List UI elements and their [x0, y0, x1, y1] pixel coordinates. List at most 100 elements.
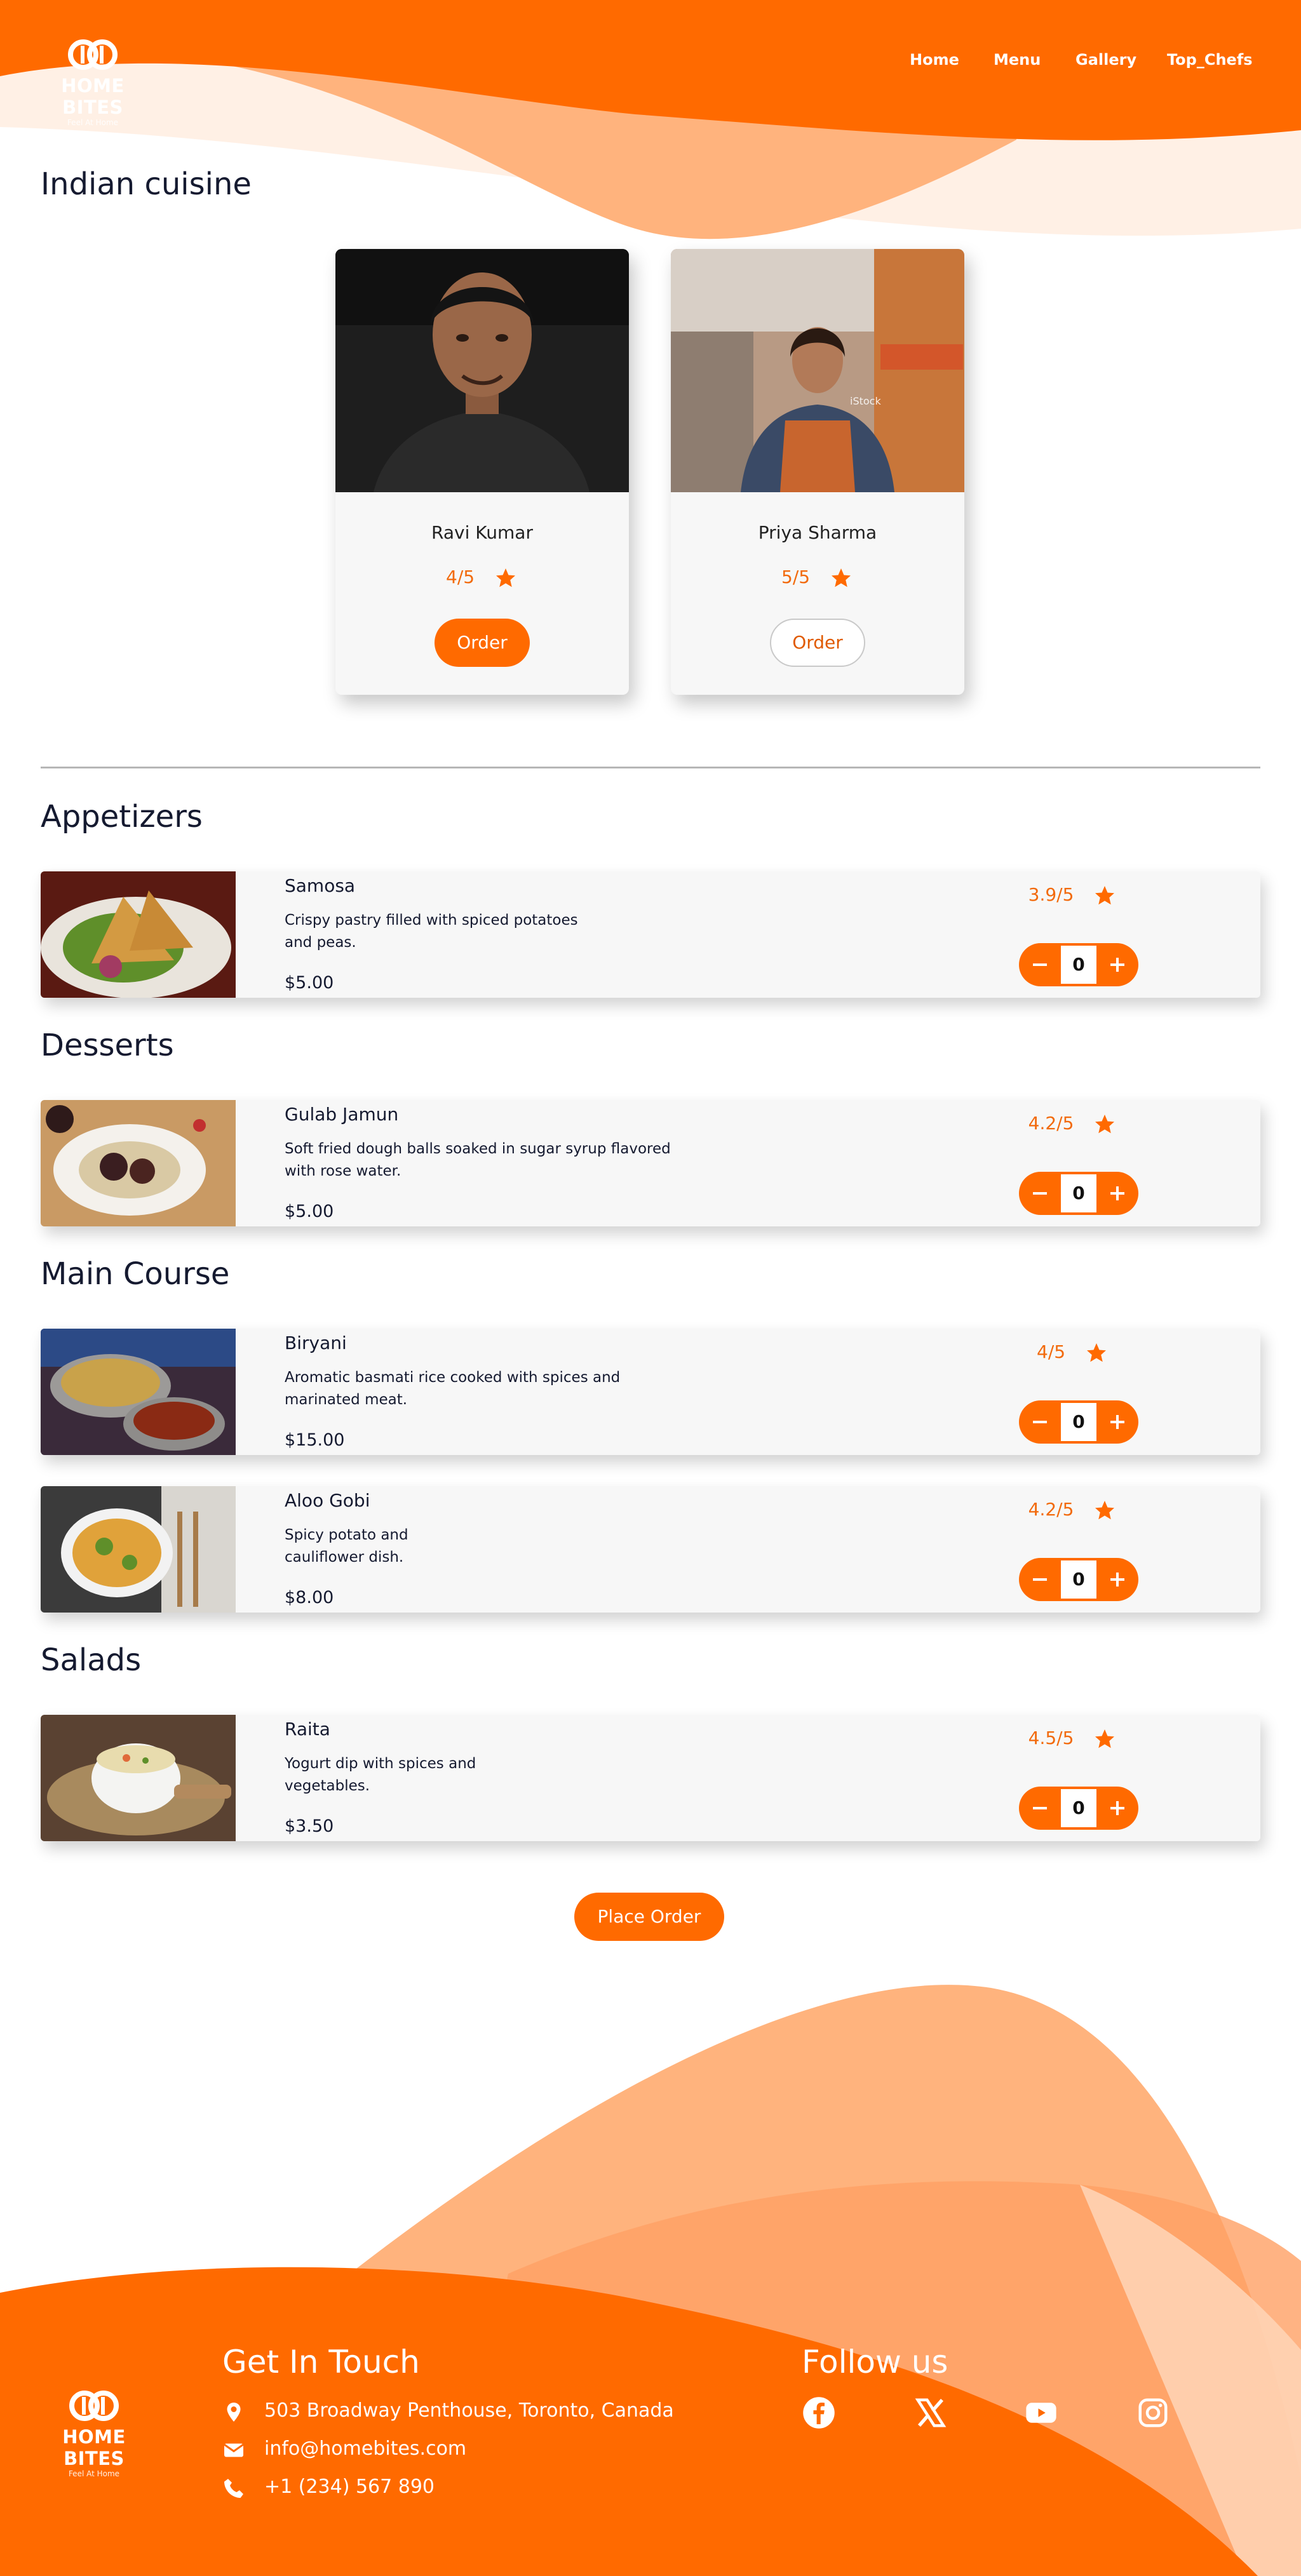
menu-item-price: $3.50 [285, 1816, 334, 1836]
quantity-stepper: 0 [1019, 1400, 1138, 1444]
menu-item-name: Gulab Jamun [285, 1104, 399, 1125]
menu-item-rating-value: 4.5/5 [1028, 1727, 1074, 1748]
menu-item-rating: 4.2/5 [1019, 1113, 1127, 1136]
plus-icon [1110, 958, 1124, 972]
x-icon[interactable] [913, 2396, 948, 2430]
menu-item-description-line: Crispy pastry filled with spiced potatoe… [285, 912, 578, 929]
nav-gallery[interactable]: Gallery [1075, 51, 1136, 69]
menu-item-price: $8.00 [285, 1588, 334, 1607]
page-title: Indian cuisine [41, 166, 252, 202]
address-text: 503 Broadway Penthouse, Toronto, Canada [264, 2399, 674, 2422]
menu-item-name: Biryani [285, 1332, 347, 1353]
menu-item-description-line: Soft fried dough balls soaked in sugar s… [285, 1141, 671, 1157]
contact-title: Get In Touch [222, 2344, 420, 2380]
quantity-value[interactable]: 0 [1061, 1403, 1096, 1441]
menu-item-description: Yogurt dip with spices and vegetables. [285, 1753, 476, 1797]
star-icon [1086, 1343, 1106, 1362]
menu-item-description: Crispy pastry filled with spiced potatoe… [285, 909, 578, 954]
section-divider [41, 767, 1260, 768]
menu-item-description-line: vegetables. [285, 1778, 370, 1794]
chef-rating-value: 5/5 [781, 567, 811, 587]
logo-mark-icon [69, 2391, 119, 2421]
plus-icon [1110, 1801, 1124, 1815]
nav-menu[interactable]: Menu [994, 51, 1041, 69]
menu-item-card: Aloo Gobi Spicy potato and cauliflower d… [41, 1486, 1260, 1613]
minus-icon [1033, 1578, 1047, 1581]
menu-item-card: Samosa Crispy pastry filled with spiced … [41, 871, 1260, 998]
chef-name: Priya Sharma [758, 522, 877, 543]
nav-home[interactable]: Home [910, 51, 959, 69]
increment-button[interactable] [1096, 1558, 1138, 1601]
menu-item-price: $5.00 [285, 973, 334, 993]
minus-icon [1033, 1421, 1047, 1423]
menu-item-description-line: cauliflower dish. [285, 1549, 404, 1566]
logo-tagline: Feel At Home [68, 2469, 120, 2478]
menu-item-card: Biryani Aromatic basmati rice cooked wit… [41, 1329, 1260, 1455]
menu-item-card: Gulab Jamun Soft fried dough balls soake… [41, 1100, 1260, 1226]
svg-text:iStock: iStock [850, 395, 881, 407]
logo-title: HOME BITES [61, 75, 125, 118]
plus-icon [1110, 1573, 1124, 1587]
decrement-button[interactable] [1019, 1787, 1061, 1830]
section-title-salads: Salads [41, 1642, 142, 1678]
phone-icon [224, 2479, 243, 2498]
chef-card: Ravi Kumar 4/5 Order [335, 249, 629, 695]
nav-top-chefs[interactable]: Top_Chefs [1167, 51, 1253, 69]
decrement-button[interactable] [1019, 943, 1061, 986]
star-icon [495, 568, 515, 587]
section-title-main-course: Main Course [41, 1256, 230, 1292]
menu-item-price: $15.00 [285, 1430, 345, 1450]
menu-item-rating: 4.2/5 [1019, 1499, 1127, 1522]
chef-rating-value: 4/5 [446, 567, 475, 587]
place-order-button[interactable]: Place Order [574, 1893, 724, 1941]
decrement-button[interactable] [1019, 1400, 1061, 1444]
instagram-icon[interactable] [1136, 2396, 1170, 2430]
quantity-value[interactable]: 0 [1061, 946, 1096, 984]
logo-mark-icon [68, 39, 118, 70]
quantity-stepper: 0 [1019, 1787, 1138, 1830]
quantity-value[interactable]: 0 [1061, 1789, 1096, 1827]
increment-button[interactable] [1096, 943, 1138, 986]
quantity-stepper: 0 [1019, 1558, 1138, 1601]
email-text[interactable]: info@homebites.com [264, 2438, 466, 2460]
star-icon [1095, 1729, 1115, 1748]
menu-item-price: $5.00 [285, 1202, 334, 1221]
menu-item-photo [41, 1715, 236, 1841]
chef-name: Ravi Kumar [431, 522, 533, 543]
menu-item-description-line: and peas. [285, 934, 356, 951]
footer-logo[interactable]: HOME BITES Feel At Home [37, 2389, 151, 2478]
star-icon [831, 568, 851, 587]
menu-item-description-line: Yogurt dip with spices and [285, 1755, 476, 1772]
chef-photo: iStock [671, 249, 964, 492]
plus-icon [1110, 1415, 1124, 1429]
location-pin-icon [227, 2403, 241, 2422]
decrement-button[interactable] [1019, 1558, 1061, 1601]
facebook-icon[interactable] [802, 2396, 836, 2430]
menu-item-rating-value: 4.2/5 [1028, 1499, 1074, 1520]
header-logo[interactable]: HOME BITES Feel At Home [36, 38, 150, 127]
order-button[interactable]: Order [435, 619, 530, 667]
star-icon [1095, 1115, 1115, 1134]
section-title-appetizers: Appetizers [41, 799, 203, 835]
order-button[interactable]: Order [770, 619, 865, 667]
youtube-icon[interactable] [1024, 2396, 1058, 2430]
menu-item-description: Spicy potato and cauliflower dish. [285, 1524, 408, 1569]
menu-item-rating-value: 4/5 [1037, 1341, 1066, 1362]
envelope-icon [224, 2443, 244, 2457]
chef-rating: 5/5 [671, 567, 964, 589]
increment-button[interactable] [1096, 1172, 1138, 1215]
plus-icon [1110, 1186, 1124, 1200]
quantity-value[interactable]: 0 [1061, 1560, 1096, 1599]
phone-text[interactable]: +1 (234) 567 890 [264, 2476, 435, 2498]
menu-item-rating-value: 4.2/5 [1028, 1113, 1074, 1134]
menu-item-photo [41, 1100, 236, 1226]
section-title-desserts: Desserts [41, 1028, 174, 1063]
menu-item-description: Aromatic basmati rice cooked with spices… [285, 1367, 620, 1411]
quantity-value[interactable]: 0 [1061, 1174, 1096, 1212]
increment-button[interactable] [1096, 1400, 1138, 1444]
menu-item-description: Soft fried dough balls soaked in sugar s… [285, 1138, 671, 1183]
minus-icon [1033, 1192, 1047, 1195]
decrement-button[interactable] [1019, 1172, 1061, 1215]
increment-button[interactable] [1096, 1787, 1138, 1830]
chef-photo [335, 249, 629, 492]
